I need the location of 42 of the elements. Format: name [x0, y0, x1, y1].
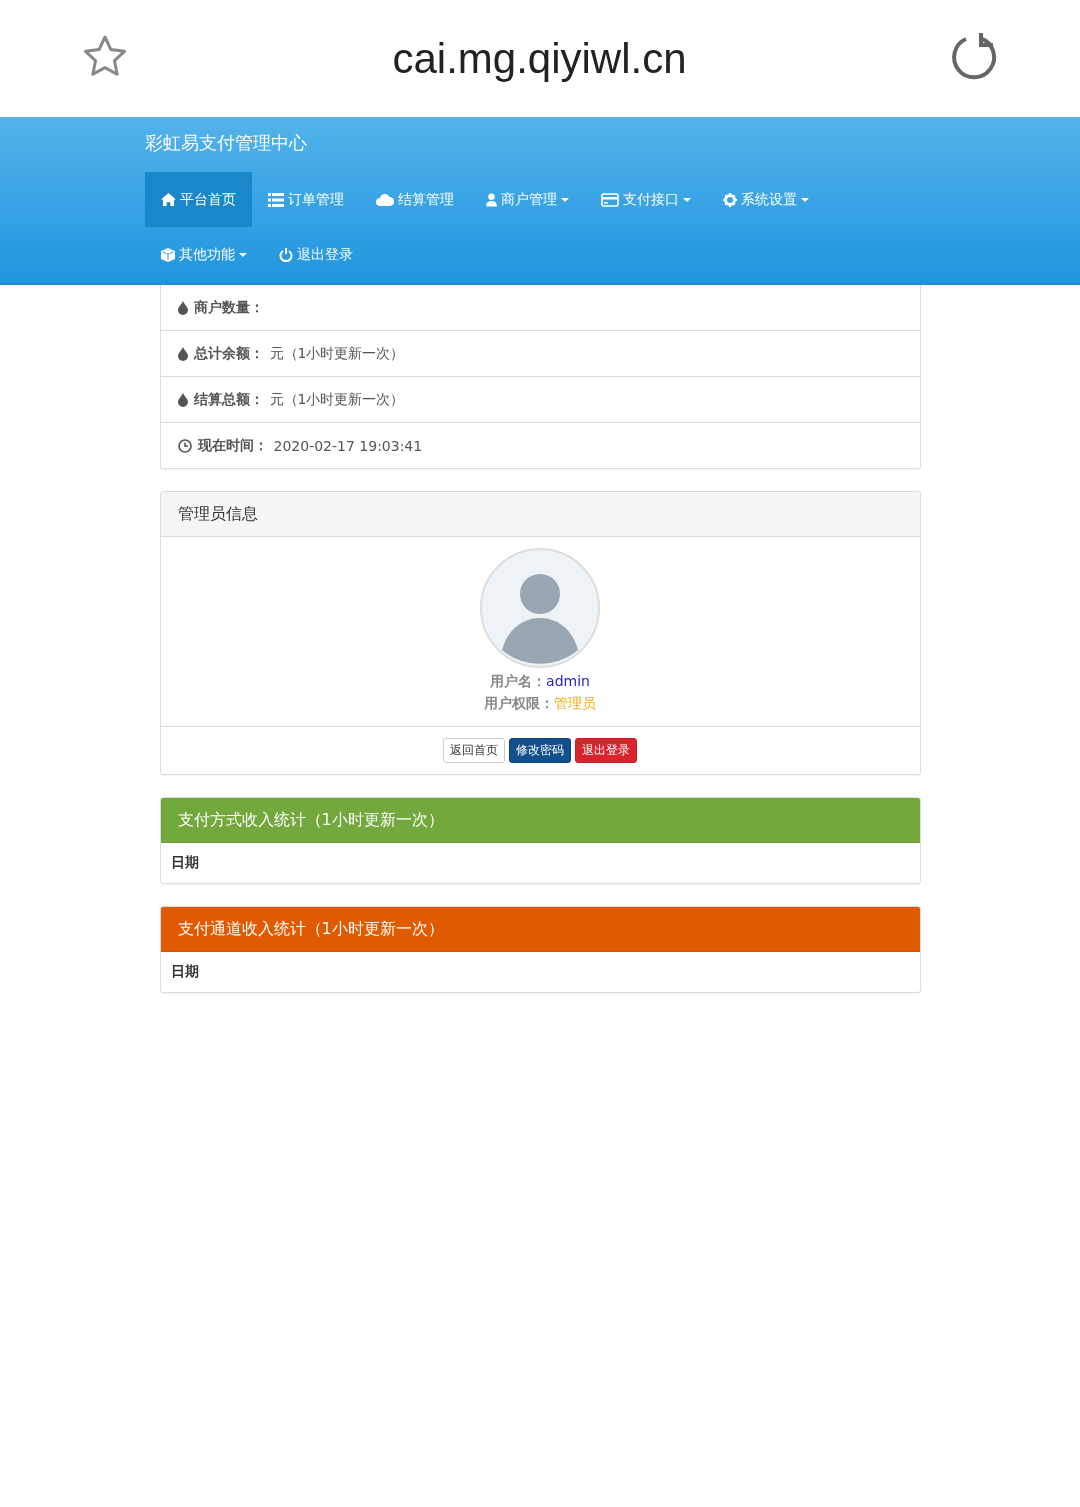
list-icon — [268, 192, 284, 207]
url-text[interactable]: cai.mg.qiyiwl.cn — [392, 34, 687, 83]
stat-value: 2020-02-17 19:03:41 — [273, 437, 423, 454]
nav-item[interactable]: 系统设置 — [707, 172, 825, 227]
change-password-button[interactable]: 修改密码 — [509, 738, 571, 763]
brand-title[interactable]: 彩虹易支付管理中心 — [145, 117, 1080, 172]
nav-item[interactable]: 支付接口 — [585, 172, 707, 227]
stat-label: 总计余额： — [193, 344, 264, 363]
card-icon — [601, 192, 619, 207]
home-icon — [161, 193, 176, 206]
logout-button[interactable]: 退出登录 — [575, 738, 637, 763]
stat-label: 商户数量： — [193, 298, 264, 317]
nav-item[interactable]: 结算管理 — [360, 172, 470, 227]
nav-item[interactable]: 平台首页 — [145, 172, 252, 227]
stat-value: 元（1小时更新一次） — [269, 390, 405, 409]
power-icon — [279, 247, 293, 262]
cube-icon — [161, 247, 175, 262]
clock-icon — [177, 438, 192, 453]
column-header: 日期 — [170, 854, 199, 872]
nav-item[interactable]: 退出登录 — [263, 227, 369, 282]
avatar-icon — [480, 548, 600, 668]
username-label: 用户名： — [490, 673, 547, 689]
stat-label: 结算总额： — [193, 390, 264, 409]
column-header: 日期 — [170, 963, 199, 981]
nav-item[interactable]: 订单管理 — [252, 172, 360, 227]
nav-item[interactable]: 商户管理 — [470, 172, 585, 227]
panel-title: 管理员信息 — [177, 503, 258, 525]
nav-item[interactable]: 其他功能 — [145, 227, 263, 282]
panel-title: 支付方式收入统计（1小时更新一次） — [177, 809, 444, 831]
username-value: admin — [546, 673, 590, 689]
drop-icon — [177, 300, 188, 315]
cloud-icon — [376, 193, 394, 206]
panel-title: 支付通道收入统计（1小时更新一次） — [177, 918, 444, 940]
home-button[interactable]: 返回首页 — [443, 738, 505, 763]
settings-icon — [723, 192, 737, 207]
drop-icon — [177, 392, 188, 407]
drop-icon — [177, 346, 188, 361]
stat-value: 元（1小时更新一次） — [269, 344, 405, 363]
role-label: 用户权限： — [484, 695, 554, 711]
stat-label: 现在时间： — [197, 436, 268, 455]
role-value: 管理员 — [554, 695, 596, 711]
user-icon — [486, 192, 497, 207]
